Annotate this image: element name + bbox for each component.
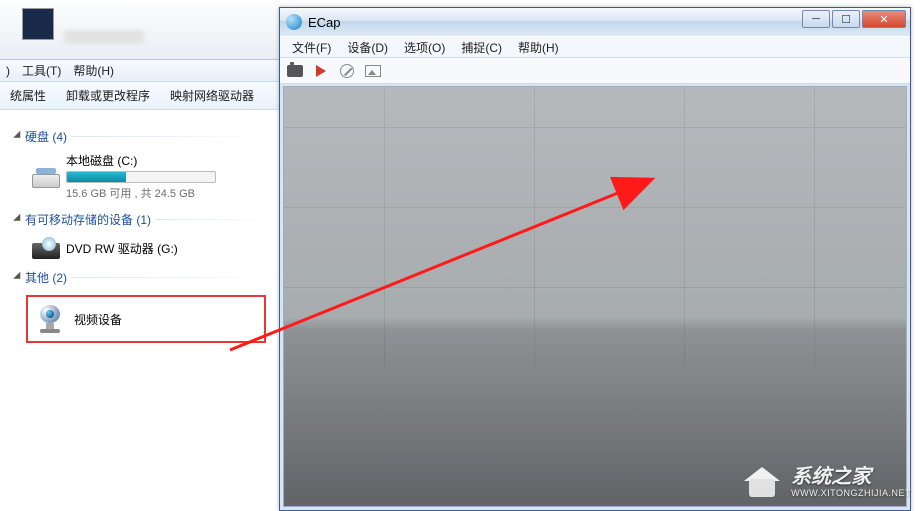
menu-options[interactable]: 选项(O) [396,39,453,56]
section-disks-title: 硬盘 (4) [25,128,67,145]
image-icon [365,65,381,77]
menu-device[interactable]: 设备(D) [339,39,396,56]
drive-name: 本地磁盘 (C:) [66,152,216,169]
section-other-header[interactable]: 其他 (2) [16,267,276,287]
maximize-button[interactable]: ☐ [832,10,860,28]
close-button[interactable]: ✕ [862,10,906,28]
record-button[interactable] [312,62,330,80]
menu-file[interactable]: 文件(F) [284,39,339,56]
ecap-toolbar [280,58,910,84]
ecap-window: ECap ─ ☐ ✕ 文件(F) 设备(D) 选项(O) 捕捉(C) 帮助(H) [279,7,911,511]
watermark-logo-icon [741,463,783,501]
section-removable: 有可移动存储的设备 (1) DVD RW 驱动器 (G:) [16,209,276,259]
watermark: 系统之家 WWW.XITONGZHIJIA.NET [741,463,911,501]
dvd-drive[interactable]: DVD RW 驱动器 (G:) [32,237,276,259]
watermark-sub: WWW.XITONGZHIJIA.NET [791,489,911,498]
menu-view[interactable]: ) [0,64,16,78]
tool-props[interactable]: 统属性 [0,87,56,104]
camera-preview [283,86,907,507]
separator [71,277,276,278]
explorer-body: 硬盘 (4) 本地磁盘 (C:) 15.6 GB 可用 , 共 24.5 GB … [0,110,280,343]
watermark-main: 系统之家 [791,467,911,487]
watermark-text: 系统之家 WWW.XITONGZHIJIA.NET [791,467,911,498]
ecap-menubar: 文件(F) 设备(D) 选项(O) 捕捉(C) 帮助(H) [280,36,910,58]
stop-icon [340,64,354,78]
section-removable-header[interactable]: 有可移动存储的设备 (1) [16,209,276,229]
ecap-app-icon [286,14,302,30]
tool-uninstall[interactable]: 卸载或更改程序 [56,87,160,104]
drive-usage-bar [66,171,216,183]
drive-meta: 本地磁盘 (C:) 15.6 GB 可用 , 共 24.5 GB [66,152,216,201]
hard-drive-icon [32,166,60,188]
record-icon [316,65,326,77]
collapse-triangle-icon [13,272,24,283]
dvd-drive-icon [32,237,60,259]
menu-tools[interactable]: 工具(T) [16,62,67,79]
explorer-menubar: ) 工具(T) 帮助(H) [0,60,280,82]
blurred-title [64,30,144,44]
separator [71,136,276,137]
dvd-name: DVD RW 驱动器 (G:) [66,240,178,257]
menu-help-ecap[interactable]: 帮助(H) [510,39,567,56]
snapshot-button[interactable] [286,62,304,80]
video-device[interactable]: 视频设备 [26,295,266,343]
separator [155,219,276,220]
minimize-button[interactable]: ─ [802,10,830,28]
drive-sub: 15.6 GB 可用 , 共 24.5 GB [66,185,216,201]
explorer-window: ) 工具(T) 帮助(H) 统属性 卸载或更改程序 映射网络驱动器 硬盘 (4)… [0,0,280,511]
webcam-icon [34,305,66,333]
collapse-triangle-icon [13,214,24,225]
section-removable-title: 有可移动存储的设备 (1) [25,211,151,228]
collapse-triangle-icon [13,131,24,142]
window-icon [22,8,54,40]
section-other-title: 其他 (2) [25,269,67,286]
menu-help[interactable]: 帮助(H) [67,62,120,79]
drive-c[interactable]: 本地磁盘 (C:) 15.6 GB 可用 , 共 24.5 GB [32,152,276,201]
gallery-button[interactable] [364,62,382,80]
ecap-title-text: ECap [308,15,341,30]
explorer-toolbar: 统属性 卸载或更改程序 映射网络驱动器 [0,82,280,110]
ecap-titlebar[interactable]: ECap ─ ☐ ✕ [280,8,910,36]
video-device-label: 视频设备 [74,311,122,328]
tool-mapnet[interactable]: 映射网络驱动器 [160,87,264,104]
window-controls: ─ ☐ ✕ [800,10,906,28]
explorer-header [0,0,280,60]
stop-button[interactable] [338,62,356,80]
camera-icon [287,65,303,77]
section-other: 其他 (2) 视频设备 [16,267,276,343]
section-disks: 硬盘 (4) 本地磁盘 (C:) 15.6 GB 可用 , 共 24.5 GB [16,126,276,201]
menu-capture[interactable]: 捕捉(C) [453,39,510,56]
section-disks-header[interactable]: 硬盘 (4) [16,126,276,146]
